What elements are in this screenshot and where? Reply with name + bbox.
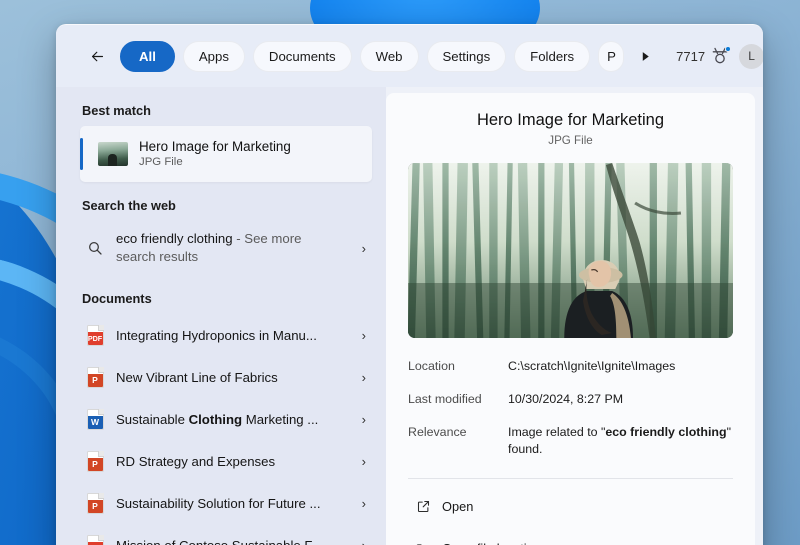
results-pane: Best match Hero Image for Marketing JPG … [56,87,386,545]
document-row-5[interactable]: P Sustainability Solution for Future ...… [80,482,372,524]
chevron-right-icon: › [361,453,366,469]
open-action-label: Open [442,499,474,515]
document-label-2: New Vibrant Line of Fabrics [116,369,278,385]
rewards-button[interactable]: 7717 [676,46,732,66]
detail-subtitle: JPG File [548,134,593,147]
toolbar-right-cluster: 7717 L … [666,42,763,70]
chevron-right-icon: › [361,240,366,256]
arrow-left-icon [91,51,103,61]
avatar-initial: L [748,49,755,63]
tab-settings-label: Settings [442,48,491,64]
web-search-query: eco friendly clothing [116,231,233,247]
actions-divider [408,478,733,480]
document-label-3-text: Sustainable Clothing Marketing ... [116,411,319,427]
powerpoint-file-icon: P [82,450,108,472]
chevron-right-filled-icon [642,51,649,61]
file-metadata: Location C:\scratch\Ignite\Ignite\Images… [408,358,733,474]
chevron-right-icon: › [361,327,366,343]
search-content: Best match Hero Image for Marketing JPG … [56,87,763,545]
tab-documents-label: Documents [268,48,336,64]
detail-title: Hero Image for Marketing [476,111,665,129]
detail-pane: Hero Image for Marketing JPG File Locati… [386,93,755,545]
web-search-suffix: - See more [236,231,302,247]
image-preview [408,163,733,338]
metadata-key-location: Location [408,359,455,373]
web-search-text: eco friendly clothing - See more search … [116,230,356,266]
tab-folders[interactable]: Folders [514,40,591,72]
tab-people-label: P [607,48,616,64]
rewards-count: 7717 [676,48,706,64]
pdf-file-icon: PDF [82,534,108,545]
powerpoint-file-icon: P [82,366,108,388]
tab-web-label: Web [375,48,403,64]
best-match-subtitle: JPG File [139,156,183,169]
tab-apps[interactable]: Apps [182,40,245,72]
tab-web[interactable]: Web [359,40,419,72]
search-web-heading: Search the web [82,198,176,213]
powerpoint-file-icon: P [82,492,108,514]
tab-apps-label: Apps [198,48,229,64]
tab-all-label: All [139,48,156,64]
metadata-key-last-modified: Last modified [408,392,482,407]
document-row-6[interactable]: PDF Mission of Contoso Sustainable F... … [80,524,372,545]
open-action[interactable]: Open [408,492,733,521]
document-label-3: Sustainable Clothing Marketing ... [116,412,356,427]
rewards-medal-icon [710,46,732,66]
tab-people-partial[interactable]: P [598,40,625,72]
search-toolbar: All Apps Documents Web Settings Folders … [56,25,763,87]
metadata-value-relevance-text: Image related to "eco friendly clothing"… [508,425,731,457]
document-label-4: RD Strategy and Expenses [116,453,276,469]
avatar[interactable]: L [739,43,763,69]
tab-folders-label: Folders [530,48,575,64]
chevron-right-icon: › [361,411,366,427]
tab-settings[interactable]: Settings [426,40,507,72]
tab-documents[interactable]: Documents [252,40,352,72]
metadata-row-location: Location C:\scratch\Ignite\Ignite\Images [408,358,733,391]
document-label-6: Mission of Contoso Sustainable F... [116,537,322,545]
document-row-3[interactable]: W Sustainable Clothing Marketing ... › [80,398,372,440]
rewards-badge-dot [725,46,732,52]
open-file-location-label: Open file location [442,541,541,545]
image-thumbnail [98,142,128,166]
chevron-right-icon: › [361,537,366,545]
metadata-value-relevance: Image related to "eco friendly clothing"… [508,424,733,458]
folder-icon [408,541,438,545]
back-button[interactable] [82,41,112,71]
best-match-text: Hero Image for Marketing JPG File [139,138,291,170]
best-match-card[interactable]: Hero Image for Marketing JPG File [80,126,372,182]
chevron-right-icon: › [361,495,366,511]
chevron-right-icon: › [361,369,366,385]
best-match-title: Hero Image for Marketing [139,139,291,155]
word-file-icon: W [82,408,108,430]
documents-heading: Documents [82,291,152,306]
tab-all[interactable]: All [120,40,175,72]
metadata-row-last-modified: Last modified 10/30/2024, 8:27 PM [408,391,733,424]
document-row-1[interactable]: PDF Integrating Hydroponics in Manu... › [80,314,372,356]
metadata-value-location: C:\scratch\Ignite\Ignite\Images [508,359,676,373]
web-search-line2: search results [116,249,199,264]
pdf-file-icon: PDF [82,324,108,346]
document-label-1: Integrating Hydroponics in Manu... [116,327,317,343]
best-match-heading: Best match [82,103,151,118]
open-file-location-action[interactable]: Open file location [408,534,733,545]
document-row-2[interactable]: P New Vibrant Line of Fabrics › [80,356,372,398]
metadata-key-relevance: Relevance [408,425,467,440]
bamboo-forest-photo [408,163,733,338]
document-row-4[interactable]: P RD Strategy and Expenses › [80,440,372,482]
search-icon [82,240,108,256]
web-search-row[interactable]: eco friendly clothing - See more search … [80,221,372,275]
tabs-scroll-next-button[interactable] [632,43,658,69]
metadata-value-last-modified: 10/30/2024, 8:27 PM [508,392,624,407]
open-external-icon [408,499,438,514]
document-label-5: Sustainability Solution for Future ... [116,495,321,511]
metadata-row-relevance: Relevance Image related to "eco friendly… [408,424,733,474]
windows-search-window: All Apps Documents Web Settings Folders … [56,24,763,545]
